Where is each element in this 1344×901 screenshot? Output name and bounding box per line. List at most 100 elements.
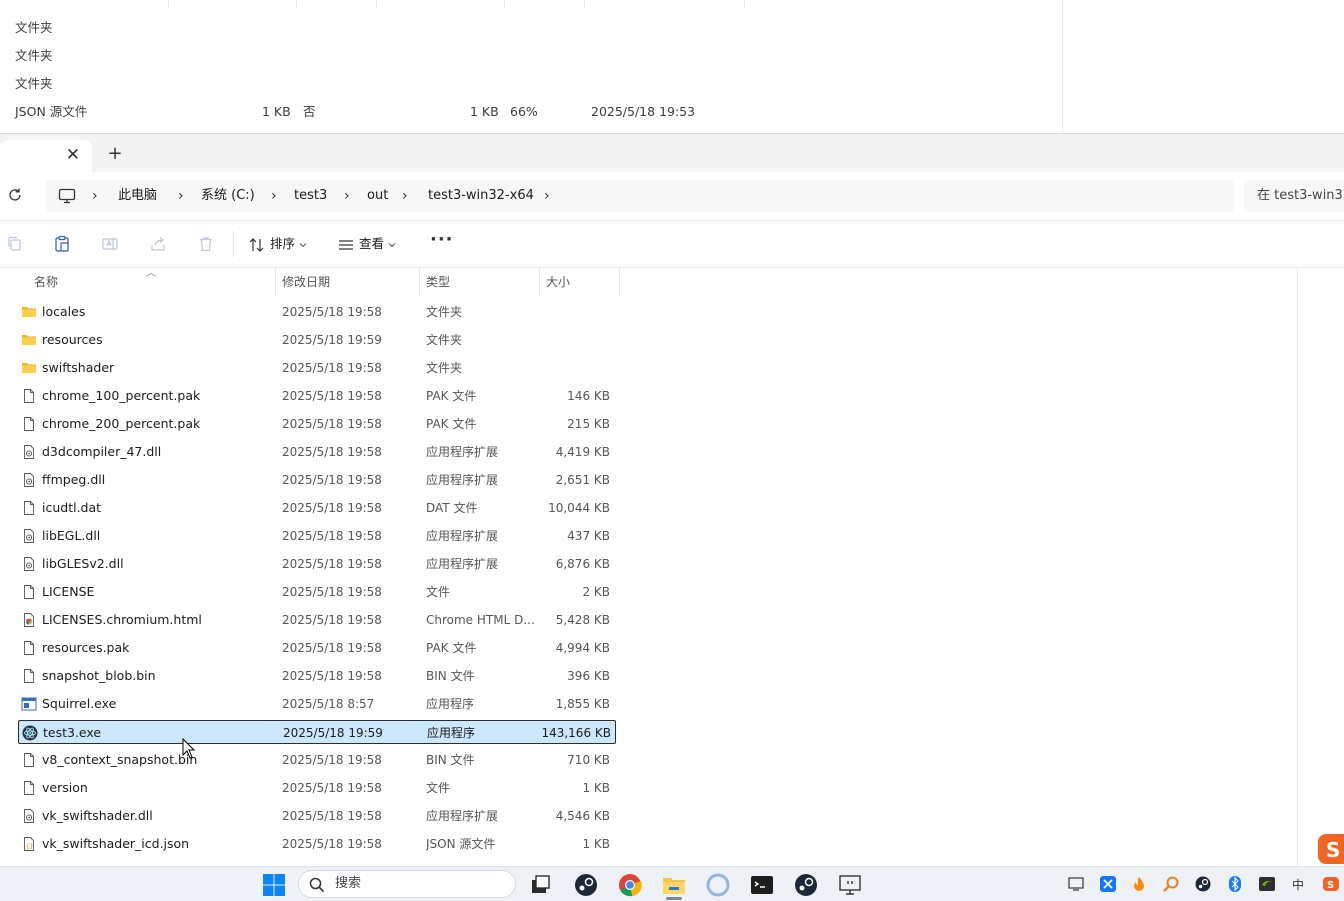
more-options-button[interactable]: ···: [430, 229, 454, 250]
file-row[interactable]: chrome_100_percent.pak 2025/5/18 19:58 PAK…: [18, 384, 614, 408]
breadcrumb-this-pc[interactable]: 此电脑: [118, 180, 157, 212]
column-header-size[interactable]: 大小: [540, 268, 620, 296]
explorer-window: ✕ + › 此电脑 › 系统 (C:) › test3 › out › test…: [0, 134, 1344, 866]
command-bar: 排序 查看 ···: [0, 221, 1344, 268]
file-date: 2025/5/18 19:58: [282, 781, 382, 795]
breadcrumb-separator[interactable]: ›: [402, 180, 408, 212]
file-date: 2025/5/18 19:58: [282, 809, 382, 823]
paste-icon[interactable]: [53, 235, 71, 253]
bg-list-item[interactable]: 文件夹: [0, 42, 1060, 70]
file-type: 应用程序扩展: [426, 529, 499, 543]
sort-button[interactable]: 排序: [248, 233, 307, 255]
file-row[interactable]: resources 2025/5/18 19:59 文件夹: [18, 328, 614, 352]
tab-current[interactable]: ✕: [0, 140, 92, 172]
file-row[interactable]: version 2025/5/18 19:58 文件 1 KB: [18, 776, 614, 800]
new-tab-button[interactable]: +: [104, 143, 126, 164]
file-icon: [21, 584, 37, 600]
bluetooth-icon[interactable]: [1227, 876, 1243, 892]
tray-flame-icon[interactable]: [1131, 876, 1147, 892]
file-row[interactable]: libGLESv2.dll 2025/5/18 19:58 应用程序扩展 6,876 …: [18, 552, 614, 576]
steam-icon[interactable]: [574, 873, 598, 897]
breadcrumb-test3-win32-x64[interactable]: test3-win32-x64: [428, 180, 534, 212]
file-row[interactable]: swiftshader 2025/5/18 19:58 文件夹: [18, 356, 614, 380]
file-row[interactable]: libEGL.dll 2025/5/18 19:58 应用程序扩展 437 KB: [18, 524, 614, 548]
breadcrumb-drive-c[interactable]: 系统 (C:): [201, 180, 255, 212]
file-row[interactable]: d3dcompiler_47.dll 2025/5/18 19:58 应用程序扩展 4…: [18, 440, 614, 464]
tray-search-icon[interactable]: [1163, 876, 1179, 892]
file-type: 文件夹: [426, 333, 463, 347]
breadcrumb[interactable]: › 此电脑 › 系统 (C:) › test3 › out › test3-wi…: [46, 180, 1234, 212]
app-c-icon[interactable]: [706, 873, 730, 897]
terminal-icon[interactable]: [750, 873, 774, 897]
file-size: 437 KB: [567, 529, 610, 543]
file-row-selected[interactable]: test3.exe 2025/5/18 19:59 应用程序 143,166 KB: [18, 720, 616, 744]
ime-mode-icon[interactable]: 中: [1291, 876, 1307, 892]
file-row[interactable]: resources.pak 2025/5/18 19:58 PAK 文件 4,994 …: [18, 636, 614, 660]
remote-desktop-icon[interactable]: [838, 873, 862, 897]
breadcrumb-separator[interactable]: ›: [271, 180, 277, 212]
file-size: 146 KB: [567, 389, 610, 403]
file-type: 应用程序: [427, 726, 476, 740]
view-button[interactable]: 查看: [337, 233, 396, 255]
file-row[interactable]: snapshot_blob.bin 2025/5/18 19:58 BIN 文件 39…: [18, 664, 614, 688]
delete-icon[interactable]: [197, 235, 215, 253]
file-icon: [21, 500, 37, 516]
chrome-icon[interactable]: [618, 873, 642, 897]
taskbar-search[interactable]: 搜索: [298, 870, 516, 898]
breadcrumb-out[interactable]: out: [367, 180, 388, 212]
bg-list-item[interactable]: JSON 源文件 1 KB 否 1 KB 66% 2025/5/18 19:53: [0, 98, 1060, 126]
file-date: 2025/5/18 19:58: [282, 445, 382, 459]
file-type: 文件夹: [426, 361, 463, 375]
rename-icon[interactable]: [101, 235, 119, 253]
task-view-icon[interactable]: [528, 873, 552, 897]
file-type: Chrome HTML D...: [426, 613, 535, 627]
tray-app-blue-icon[interactable]: [1100, 876, 1116, 892]
file-icon: [21, 640, 37, 656]
file-row[interactable]: ffmpeg.dll 2025/5/18 19:58 应用程序扩展 2,651 KB: [18, 468, 614, 492]
file-row[interactable]: locales 2025/5/18 19:58 文件夹: [18, 300, 614, 324]
steam-icon-2[interactable]: [794, 873, 818, 897]
breadcrumb-separator[interactable]: ›: [344, 180, 350, 212]
tab-bar: ✕ +: [0, 134, 1344, 172]
file-row[interactable]: vk_swiftshader.dll 2025/5/18 19:58 应用程序扩展 4…: [18, 804, 614, 828]
address-bar: › 此电脑 › 系统 (C:) › test3 › out › test3-wi…: [0, 172, 1344, 221]
column-header-date[interactable]: 修改日期: [276, 268, 420, 296]
column-header-type[interactable]: 类型: [420, 268, 540, 296]
sogou-ime-icon[interactable]: S: [1316, 832, 1344, 866]
file-row[interactable]: {} vk_swiftshader_icd.json 2025/5/18 19:58…: [18, 832, 614, 856]
tray-display-icon[interactable]: [1068, 876, 1084, 892]
taskbar: 搜索 中 S: [0, 866, 1344, 901]
breadcrumb-separator[interactable]: ›: [92, 180, 98, 212]
bg-list-item[interactable]: 文件夹: [0, 14, 1060, 42]
breadcrumb-separator[interactable]: ›: [178, 180, 184, 212]
bg-flag: 否: [303, 104, 316, 119]
tray-sogou-icon[interactable]: S: [1323, 876, 1339, 892]
file-row[interactable]: chrome_200_percent.pak 2025/5/18 19:58 PAK…: [18, 412, 614, 436]
bg-type: 文件夹: [15, 76, 53, 91]
nvidia-icon[interactable]: [1259, 876, 1275, 892]
this-pc-icon[interactable]: [58, 188, 76, 204]
close-tab-button[interactable]: ✕: [66, 145, 80, 165]
file-row[interactable]: v8_context_snapshot.bin 2025/5/18 19:58 BI…: [18, 748, 614, 772]
refresh-icon[interactable]: [6, 186, 24, 204]
file-size: 4,419 KB: [555, 445, 610, 459]
bg-column-header: [504, 0, 585, 8]
breadcrumb-test3[interactable]: test3: [294, 180, 327, 212]
tray-steam-icon[interactable]: [1195, 876, 1211, 892]
share-icon[interactable]: [149, 235, 167, 253]
search-input[interactable]: 在 test3-win32-x64 中搜索: [1244, 180, 1344, 212]
file-name: v8_context_snapshot.bin: [42, 752, 198, 767]
breadcrumb-separator[interactable]: ›: [544, 180, 550, 212]
column-header-row: 名称 ︿ 修改日期 类型 大小: [0, 268, 1298, 296]
svg-text:{}: {}: [26, 843, 33, 850]
folder-icon: [21, 360, 37, 376]
bg-column-header: [376, 0, 505, 8]
file-row[interactable]: Squirrel.exe 2025/5/18 8:57 应用程序 1,855 KB: [18, 692, 614, 716]
file-row[interactable]: LICENSE 2025/5/18 19:58 文件 2 KB: [18, 580, 614, 604]
file-row[interactable]: LICENSES.chromium.html 2025/5/18 19:58 Chr…: [18, 608, 614, 632]
file-explorer-icon[interactable]: [662, 873, 686, 897]
bg-list-item[interactable]: 文件夹: [0, 70, 1060, 98]
file-row[interactable]: icudtl.dat 2025/5/18 19:58 DAT 文件 10,044 KB: [18, 496, 614, 520]
copy-icon[interactable]: [6, 235, 24, 253]
windows-start-icon[interactable]: [262, 873, 286, 897]
